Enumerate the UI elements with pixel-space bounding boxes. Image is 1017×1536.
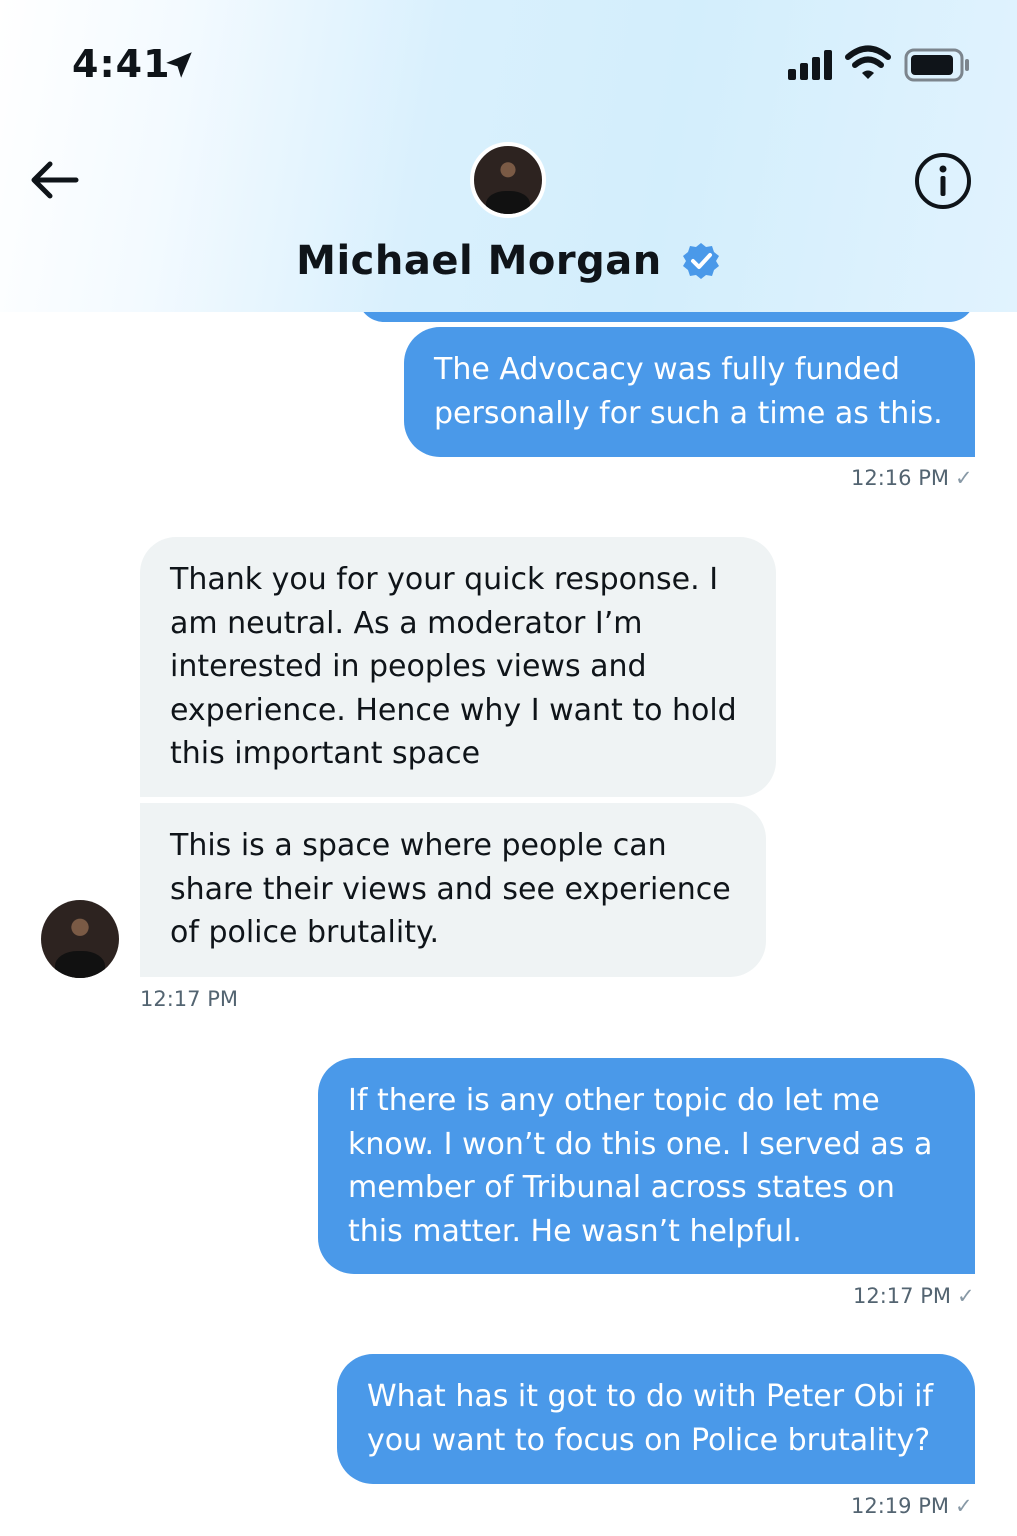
incoming-message-bubble[interactable]: Thank you for your quick response. I am … bbox=[140, 537, 776, 797]
timestamp-text: 12:17 PM bbox=[140, 987, 238, 1011]
wifi-icon bbox=[845, 45, 891, 79]
cellular-signal-icon bbox=[788, 50, 832, 80]
message-text: Thank you for your quick response. I am … bbox=[170, 562, 737, 771]
incoming-message-bubble[interactable]: This is a space where people can share t… bbox=[140, 803, 766, 977]
status-time: 4:41 bbox=[72, 42, 171, 86]
message-text: This is a space where people can share t… bbox=[170, 828, 731, 950]
contact-avatar[interactable] bbox=[470, 142, 546, 218]
outgoing-message-bubble[interactable]: What has it got to do with Peter Obi if … bbox=[337, 1354, 975, 1484]
timestamp-text: 12:19 PM bbox=[851, 1494, 949, 1518]
contact-title: Michael Morgan bbox=[0, 238, 1017, 284]
back-arrow-icon[interactable] bbox=[28, 158, 80, 202]
timestamp-text: 12:16 PM bbox=[851, 466, 949, 490]
message-text: What has it got to do with Peter Obi if … bbox=[367, 1379, 934, 1458]
location-arrow-icon bbox=[166, 52, 192, 78]
battery-icon bbox=[904, 48, 969, 82]
message-text: If there is any other topic do let me kn… bbox=[348, 1083, 933, 1249]
sender-avatar[interactable] bbox=[41, 900, 119, 978]
contact-name[interactable]: Michael Morgan bbox=[296, 238, 662, 284]
message-timestamp: 12:17 PM ✓ bbox=[853, 1284, 975, 1308]
sent-check-icon: ✓ bbox=[956, 1284, 975, 1308]
outgoing-message-bubble[interactable]: If there is any other topic do let me kn… bbox=[318, 1058, 975, 1274]
message-timestamp: 12:16 PM ✓ bbox=[851, 466, 973, 490]
outgoing-message-bubble[interactable]: The Advocacy was fully funded personally… bbox=[404, 327, 975, 457]
message-timestamp: 12:17 PM bbox=[140, 987, 238, 1011]
info-icon[interactable] bbox=[914, 152, 972, 210]
conversation-header: 4:41 Michael Morgan bbox=[0, 0, 1017, 312]
message-timestamp: 12:19 PM ✓ bbox=[851, 1494, 973, 1518]
timestamp-text: 12:17 PM bbox=[853, 1284, 951, 1308]
sent-check-icon: ✓ bbox=[954, 466, 973, 490]
verified-badge-icon bbox=[682, 243, 719, 279]
sent-check-icon: ✓ bbox=[954, 1494, 973, 1518]
message-text: The Advocacy was fully funded personally… bbox=[434, 352, 943, 431]
